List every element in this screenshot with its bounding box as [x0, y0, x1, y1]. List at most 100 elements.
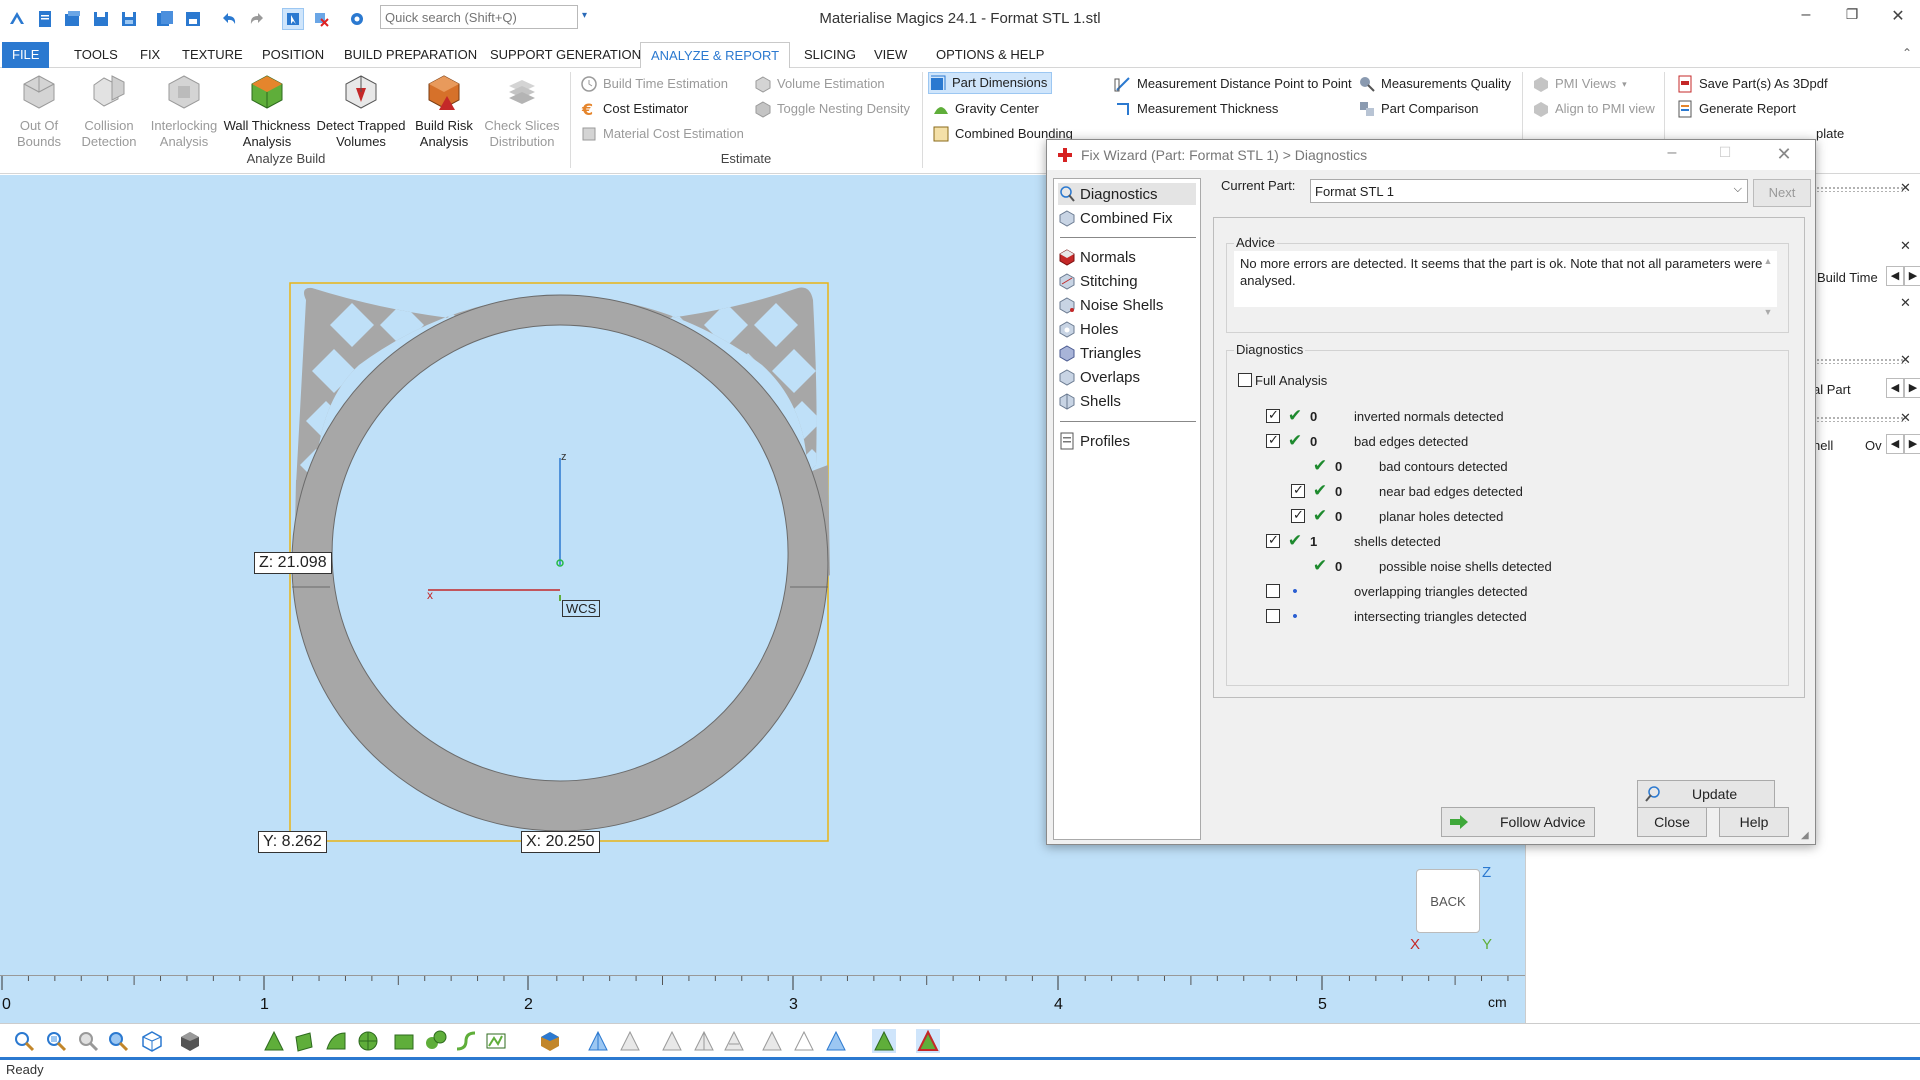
- tab-texture[interactable]: TEXTURE: [172, 42, 253, 68]
- check-slices-distribution-button[interactable]: Check Slices Distribution: [480, 72, 564, 150]
- current-part-select[interactable]: Format STL 1 ⌵: [1310, 179, 1748, 203]
- build-time-estimation-button[interactable]: Build Time Estimation: [580, 73, 728, 95]
- dialog-title-bar[interactable]: Fix Wizard (Part: Format STL 1) > Diagno…: [1047, 140, 1815, 170]
- build-risk-analysis-button[interactable]: Build Risk Analysis: [410, 72, 478, 150]
- resize-grip-icon[interactable]: ◢: [1801, 830, 1813, 842]
- pmi-views-button[interactable]: PMI Views ▾: [1532, 73, 1627, 95]
- part-dimensions-button[interactable]: Part Dimensions: [928, 72, 1053, 94]
- tab-file[interactable]: FILE: [2, 42, 50, 68]
- zoom-part-icon[interactable]: [106, 1029, 130, 1053]
- view-cube[interactable]: BACK: [1416, 869, 1480, 933]
- triangle-invert-icon[interactable]: [824, 1029, 848, 1053]
- quick-search-input[interactable]: [380, 5, 578, 29]
- nav-profiles[interactable]: Profiles: [1058, 430, 1196, 452]
- dialog-maximize-button[interactable]: ☐: [1710, 144, 1740, 161]
- update-button[interactable]: Update: [1637, 780, 1775, 808]
- search-dropdown-icon[interactable]: ▾: [582, 10, 587, 21]
- nav-overlaps[interactable]: Overlaps: [1058, 366, 1196, 388]
- triangle-highlight-icon[interactable]: [872, 1029, 896, 1053]
- follow-advice-button[interactable]: Follow Advice: [1441, 807, 1595, 837]
- triangle-add-icon[interactable]: [618, 1029, 642, 1053]
- mark-surface-icon[interactable]: [324, 1029, 348, 1053]
- measurement-thickness-button[interactable]: Measurement Thickness: [1114, 98, 1278, 120]
- advice-scrollbar[interactable]: ▲ ▼: [1761, 253, 1775, 317]
- tab-support-generation[interactable]: SUPPORT GENERATION: [480, 42, 651, 68]
- bad-edges-checkbox[interactable]: [1266, 432, 1280, 448]
- panel-next-arrow-icon[interactable]: ▶: [1904, 434, 1920, 454]
- full-analysis-checkbox[interactable]: [1238, 373, 1252, 387]
- panel-next-arrow-icon[interactable]: ▶: [1904, 378, 1920, 398]
- panel-prev-arrow-icon[interactable]: ◀: [1886, 378, 1904, 398]
- nav-holes[interactable]: Holes: [1058, 318, 1196, 340]
- tab-fix[interactable]: FIX: [130, 42, 170, 68]
- volume-estimation-button[interactable]: Volume Estimation: [754, 73, 885, 95]
- panel-prev-arrow-icon[interactable]: ◀: [1886, 266, 1904, 286]
- mark-shell-icon[interactable]: [356, 1029, 380, 1053]
- nav-stitching[interactable]: Stitching: [1058, 270, 1196, 292]
- panel-close-icon[interactable]: ✕: [1900, 410, 1911, 426]
- nav-normals[interactable]: Normals: [1058, 246, 1196, 268]
- dialog-minimize-button[interactable]: –: [1657, 144, 1687, 162]
- collision-detection-button[interactable]: Collision Detection: [76, 72, 142, 150]
- nav-noise-shells[interactable]: Noise Shells: [1058, 294, 1196, 316]
- deselect-icon[interactable]: [310, 8, 332, 30]
- generate-report-button[interactable]: Generate Report: [1676, 98, 1796, 120]
- collapse-ribbon-icon[interactable]: ⌃: [1902, 46, 1912, 60]
- triangle-unmark-icon[interactable]: [792, 1029, 816, 1053]
- logo-icon[interactable]: [6, 8, 28, 30]
- inverted-normals-checkbox[interactable]: [1266, 407, 1280, 423]
- wall-thickness-analysis-button[interactable]: Wall Thickness Analysis: [222, 72, 312, 150]
- planar-holes-checkbox[interactable]: [1291, 507, 1305, 523]
- triangle-edit-icon[interactable]: [586, 1029, 610, 1053]
- restore-button[interactable]: ❐: [1832, 6, 1872, 30]
- tab-tools[interactable]: TOOLS: [64, 42, 128, 68]
- open-icon[interactable]: [62, 8, 84, 30]
- zoom-all-icon[interactable]: [76, 1029, 100, 1053]
- mark-curve-icon[interactable]: [454, 1029, 478, 1053]
- tab-view[interactable]: VIEW: [864, 42, 917, 68]
- part-comparison-button[interactable]: Part Comparison: [1358, 98, 1479, 120]
- overlapping-triangles-checkbox[interactable]: [1266, 584, 1280, 598]
- triangle-color-icon[interactable]: [916, 1029, 940, 1053]
- panel-close-icon[interactable]: ✕: [1900, 352, 1911, 368]
- triangle-delete-icon[interactable]: [660, 1029, 684, 1053]
- panel-close-icon[interactable]: ✕: [1900, 295, 1911, 311]
- save-project-icon[interactable]: [182, 8, 204, 30]
- zoom-icon[interactable]: [12, 1029, 36, 1053]
- panel-grip[interactable]: [1816, 416, 1906, 422]
- open-project-icon[interactable]: [154, 8, 176, 30]
- new-file-icon[interactable]: [34, 8, 56, 30]
- mark-triangle-icon[interactable]: [262, 1029, 286, 1053]
- cost-estimator-button[interactable]: € Cost Estimator: [580, 98, 688, 120]
- redo-icon[interactable]: [246, 8, 268, 30]
- unmark-icon[interactable]: [538, 1029, 562, 1053]
- triangle-mark-icon[interactable]: [760, 1029, 784, 1053]
- panel-close-icon[interactable]: ✕: [1900, 238, 1911, 254]
- panel-close-icon[interactable]: ✕: [1900, 180, 1911, 196]
- mark-connected-icon[interactable]: [424, 1029, 448, 1053]
- save-as-icon[interactable]: [118, 8, 140, 30]
- out-of-bounds-button[interactable]: Out Of Bounds: [6, 72, 72, 150]
- panel-next-arrow-icon[interactable]: ▶: [1904, 266, 1920, 286]
- shading-icon[interactable]: [178, 1029, 202, 1053]
- save-3dpdf-button[interactable]: Save Part(s) As 3Dpdf: [1676, 73, 1828, 95]
- gravity-center-button[interactable]: Gravity Center: [932, 98, 1039, 120]
- panel-grip[interactable]: [1816, 186, 1906, 192]
- panel-prev-arrow-icon[interactable]: ◀: [1886, 434, 1904, 454]
- interlocking-analysis-button[interactable]: Interlocking Analysis: [146, 72, 222, 150]
- mark-region-icon[interactable]: [484, 1029, 508, 1053]
- tab-position[interactable]: POSITION: [252, 42, 334, 68]
- tab-analyze-report[interactable]: ANALYZE & REPORT: [640, 42, 791, 69]
- shells-checkbox[interactable]: [1266, 532, 1280, 548]
- panel-grip[interactable]: [1816, 358, 1906, 364]
- save-icon[interactable]: [90, 8, 112, 30]
- close-button[interactable]: ✕: [1878, 6, 1918, 30]
- toggle-nesting-density-button[interactable]: Toggle Nesting Density: [754, 98, 910, 120]
- measurements-quality-button[interactable]: Measurements Quality: [1358, 73, 1511, 95]
- material-cost-estimation-button[interactable]: Material Cost Estimation: [580, 123, 744, 145]
- next-button[interactable]: Next: [1753, 179, 1811, 207]
- report-template-button[interactable]: plate: [1816, 123, 1844, 145]
- nav-diagnostics[interactable]: Diagnostics: [1058, 183, 1196, 205]
- intersecting-triangles-checkbox[interactable]: [1266, 609, 1280, 623]
- close-dialog-button[interactable]: Close: [1637, 807, 1707, 837]
